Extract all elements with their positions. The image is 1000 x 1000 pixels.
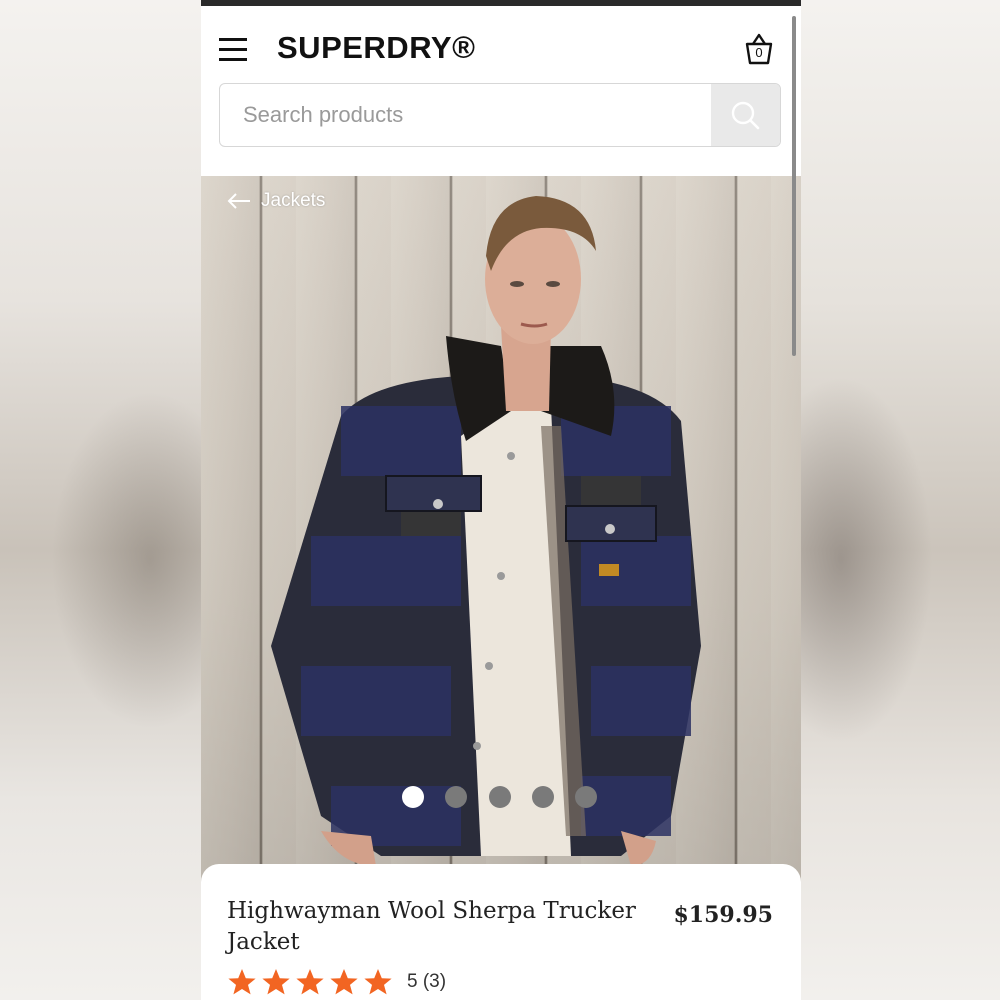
product-info-card: Highwayman Wool Sherpa Trucker Jacket $1… [201,864,801,1000]
carousel-dot[interactable] [532,786,554,808]
search-button[interactable] [711,84,780,146]
star-icon [296,969,324,995]
brand-logo[interactable]: SUPERDRY® [277,30,475,66]
background-left [0,0,201,1000]
background-right [801,0,1000,1000]
breadcrumb-back-link[interactable]: Jackets [227,190,325,212]
rating-summary: 5 (3) [407,971,447,992]
rating-stars [227,968,397,996]
product-photo [271,196,701,886]
star-icon [330,969,358,995]
search-icon [731,101,760,130]
basket-count: 0 [755,45,763,60]
mobile-screen: SUPERDRY® 0 Search products Jackets High… [201,0,801,1000]
star-icon [364,969,392,995]
star-icon [228,969,256,995]
carousel-dots [401,786,601,810]
carousel-dot[interactable] [489,786,511,808]
product-title: Highwayman Wool Sherpa Trucker Jacket [227,898,636,955]
hamburger-menu-icon[interactable] [219,36,249,62]
product-image-carousel[interactable]: Jackets [201,176,801,886]
arrow-left-icon [227,193,250,209]
product-rating[interactable]: 5 (3) [227,968,446,996]
page-scrollbar[interactable] [792,16,796,356]
breadcrumb-label: Jackets [261,190,326,211]
star-icon [262,969,290,995]
basket-button[interactable]: 0 [743,32,775,66]
carousel-dot[interactable] [402,786,424,808]
carousel-dot[interactable] [575,786,597,808]
site-header: SUPERDRY® 0 [201,6,801,176]
search-bar [219,83,781,147]
search-input[interactable] [220,84,710,146]
product-price: $159.95 [673,902,773,928]
carousel-dot[interactable] [445,786,467,808]
